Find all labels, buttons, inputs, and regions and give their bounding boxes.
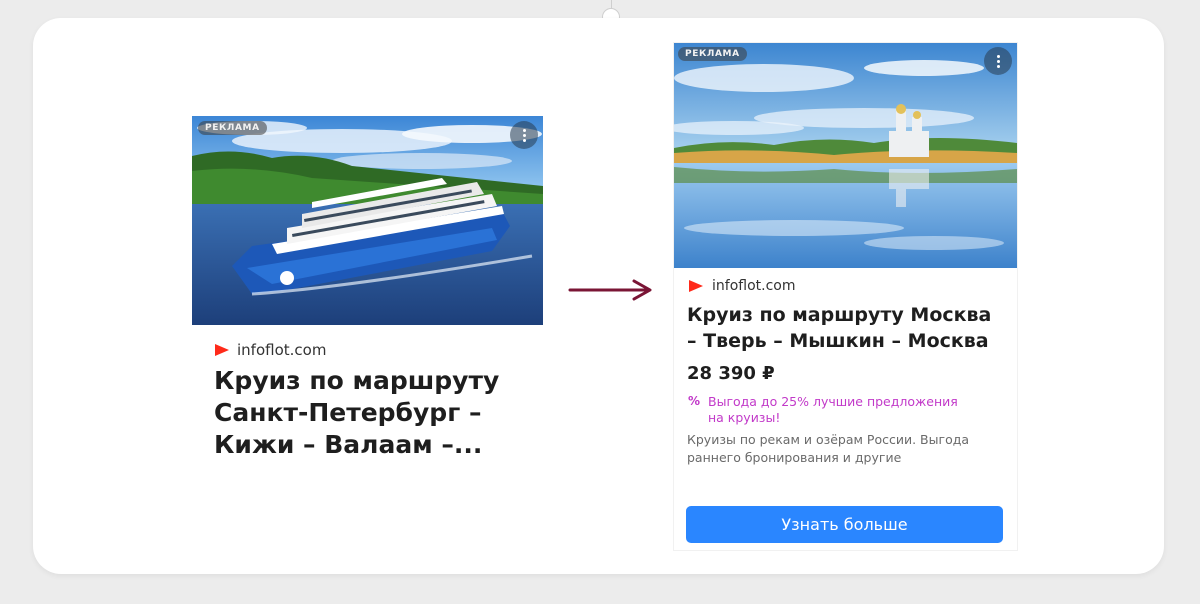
ad-title[interactable]: Круиз по маршруту Санкт-Петербург – Кижи… — [214, 365, 524, 461]
ad-domain: infoflot.com — [237, 341, 327, 359]
ad-description: Круизы по рекам и озёрам России. Выгода … — [687, 432, 970, 465]
domain-row: infoflot.com — [689, 278, 795, 294]
cruise-ship-image: РЕКЛАМА — [192, 116, 543, 325]
ad-card-after[interactable]: РЕКЛАМА infoflot.com Круиз по маршруту М… — [674, 43, 1017, 550]
ad-domain: infoflot.com — [712, 278, 796, 294]
right-arrow-icon — [568, 279, 652, 301]
promo-text: Выгода до 25% лучшие предложения на круи… — [708, 394, 958, 425]
play-triangle-logo-icon — [215, 344, 229, 356]
ad-badge: РЕКЛАМА — [198, 121, 267, 135]
percent-icon: % — [688, 394, 701, 408]
play-triangle-logo-icon — [689, 280, 703, 292]
vertical-dots-more-icon[interactable] — [984, 47, 1012, 75]
promo-row: % Выгода до 25% лучшие предложения на кр… — [688, 394, 968, 426]
vertical-dots-more-icon[interactable] — [510, 121, 538, 149]
ad-title[interactable]: Круиз по маршруту Москва – Тверь – Мышки… — [687, 302, 1007, 354]
learn-more-button[interactable]: Узнать больше — [686, 506, 1003, 543]
ad-card-before[interactable]: РЕКЛАМА infoflot.com Круиз по маршруту С… — [192, 116, 543, 465]
domain-row: infoflot.com — [215, 341, 326, 359]
ad-price: 28 390 ₽ — [687, 363, 775, 384]
riverside-town-image: РЕКЛАМА — [674, 43, 1017, 268]
ad-badge: РЕКЛАМА — [678, 47, 747, 61]
